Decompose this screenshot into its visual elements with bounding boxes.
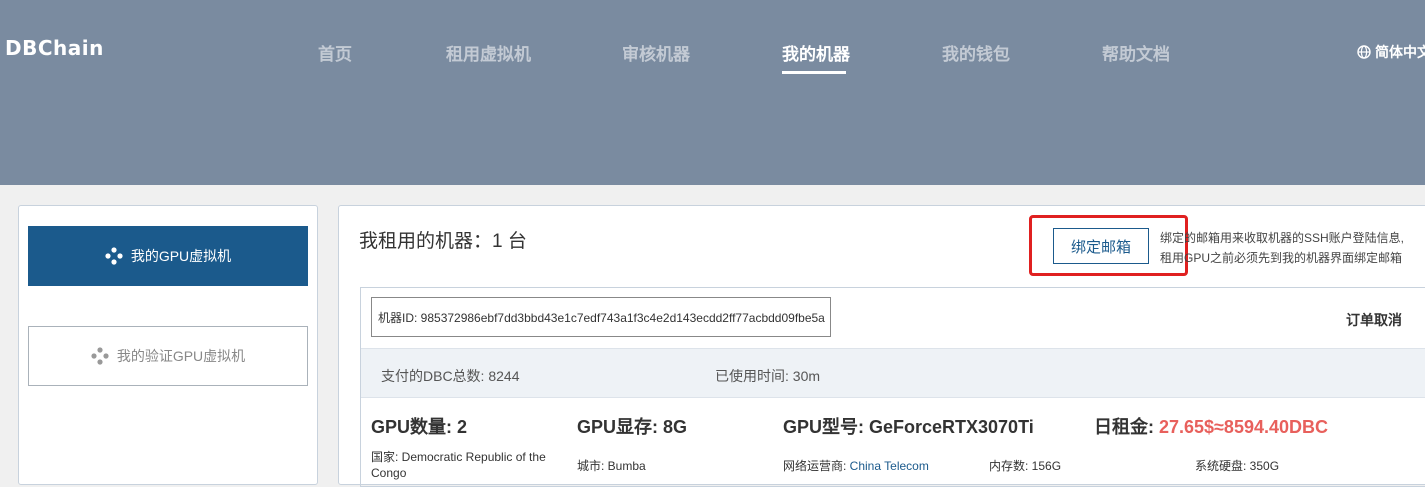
- language-selector[interactable]: 简体中文: [1357, 42, 1425, 62]
- cancel-order-button[interactable]: 订单取消: [1346, 310, 1402, 330]
- system-disk: 系统硬盘: 350G: [1195, 458, 1279, 474]
- machine-card: 机器ID: 985372986ebf7dd3bbd43e1c7edf743a1f…: [360, 287, 1425, 487]
- isp-value: China Telecom: [849, 459, 929, 473]
- sidebar: 我的GPU虚拟机 我的验证GPU虚拟机: [18, 205, 318, 485]
- page-title: 我租用的机器：1 台: [359, 231, 527, 252]
- nav-audit-machines[interactable]: 审核机器: [622, 40, 690, 65]
- machine-id-field[interactable]: 机器ID: 985372986ebf7dd3bbd43e1c7edf743a1f…: [371, 297, 831, 337]
- gpu-model: GPU型号: GeForceRTX3070Ti: [783, 417, 1034, 437]
- gpu-count: GPU数量: 2: [371, 417, 468, 437]
- daily-rent: 日租金: 27.65$≈8594.40DBC: [1094, 413, 1328, 439]
- diamond-dots-icon: [91, 347, 109, 365]
- nav-home[interactable]: 首页: [318, 40, 352, 65]
- bind-email-note: 绑定的邮箱用来收取机器的SSH账户登陆信息, 租用GPU之前必须先到我的机器界面…: [1160, 228, 1404, 268]
- active-nav-indicator: [782, 71, 846, 74]
- payment-info-row: 支付的DBC总数: 8244 已使用时间: 30m: [361, 348, 1425, 398]
- language-label: 简体中文: [1375, 44, 1425, 60]
- city: 城市: Bumba: [577, 458, 646, 474]
- bind-note-line: 绑定的邮箱用来收取机器的SSH账户登陆信息,: [1160, 231, 1405, 245]
- logo[interactable]: DBChain: [5, 36, 104, 60]
- country: 国家: Democratic Republic of the Congo: [371, 449, 576, 481]
- nav-help-docs[interactable]: 帮助文档: [1102, 40, 1170, 65]
- isp-label: 网络运营商:: [783, 459, 850, 473]
- memory-value: 156G: [1031, 459, 1062, 473]
- bind-email-button[interactable]: 绑定邮箱: [1053, 228, 1149, 264]
- city-label: 城市:: [577, 459, 608, 473]
- country-label: 国家:: [371, 450, 402, 464]
- nav-rent-vm[interactable]: 租用虚拟机: [446, 40, 531, 65]
- memory: 内存数: 156G: [989, 458, 1061, 474]
- main-panel: 我租用的机器：1 台 绑定邮箱 绑定的邮箱用来收取机器的SSH账户登陆信息, 租…: [338, 205, 1425, 487]
- nav-my-machines[interactable]: 我的机器: [782, 40, 850, 65]
- city-value: Bumba: [607, 459, 646, 473]
- sidebar-item-label: 我的GPU虚拟机: [130, 248, 232, 264]
- daily-rent-label: 日租金:: [1094, 417, 1159, 437]
- top-header: DBChain 首页 租用虚拟机 审核机器 我的机器 我的钱包 帮助文档 简体中…: [0, 0, 1425, 185]
- disk-label: 系统硬盘:: [1195, 459, 1250, 473]
- daily-rent-value: 27.65$≈8594.40DBC: [1159, 417, 1328, 437]
- memory-label: 内存数:: [989, 459, 1032, 473]
- nav-my-wallet[interactable]: 我的钱包: [942, 40, 1010, 65]
- bind-note-line: 租用GPU之前必须先到我的机器界面绑定邮箱: [1160, 251, 1403, 265]
- diamond-dots-icon: [105, 247, 123, 265]
- globe-icon: [1357, 45, 1371, 59]
- disk-value: 350G: [1249, 459, 1280, 473]
- sidebar-item-label: 我的验证GPU虚拟机: [116, 348, 246, 364]
- paid-dbc-total: 支付的DBC总数: 8244: [381, 368, 520, 384]
- used-time: 已使用时间: 30m: [715, 368, 821, 384]
- sidebar-item-my-verify-gpu-vm[interactable]: 我的验证GPU虚拟机: [28, 326, 308, 386]
- sidebar-item-my-gpu-vm[interactable]: 我的GPU虚拟机: [28, 226, 308, 286]
- isp: 网络运营商: China Telecom: [783, 458, 929, 474]
- gpu-memory: GPU显存: 8G: [577, 417, 688, 437]
